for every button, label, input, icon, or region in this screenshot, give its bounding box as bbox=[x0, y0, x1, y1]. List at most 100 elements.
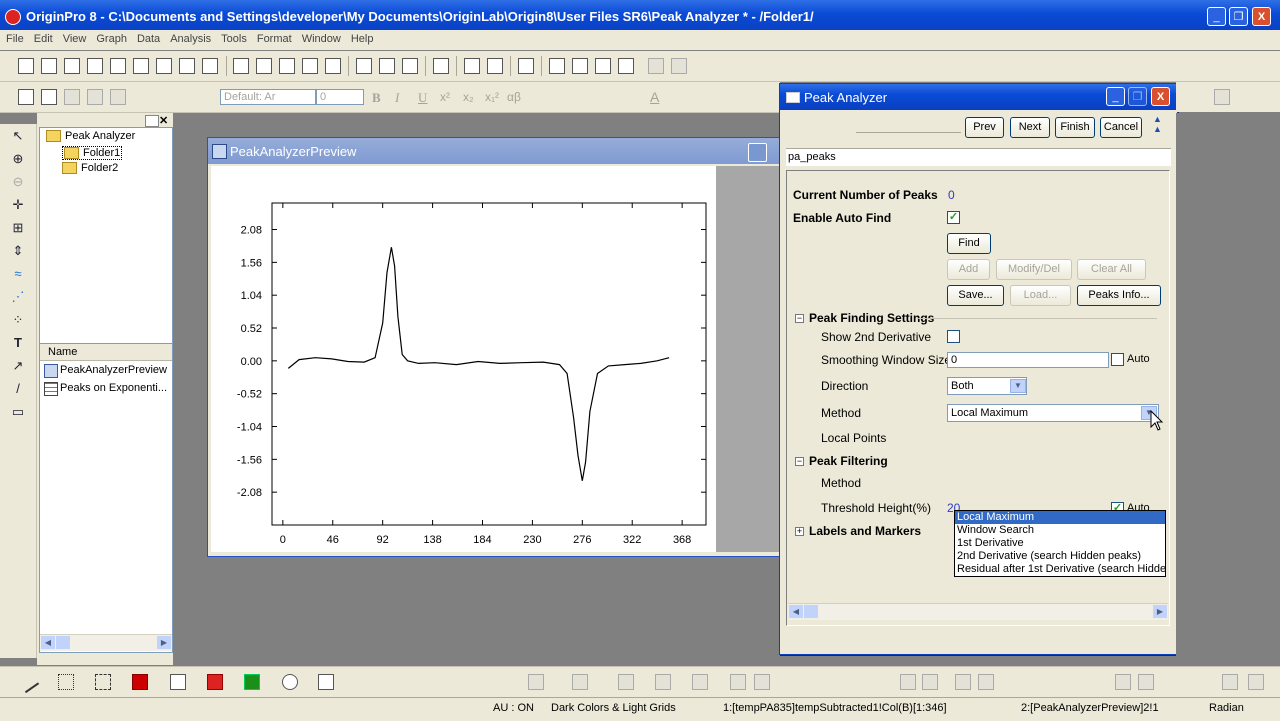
new-function-icon[interactable] bbox=[156, 58, 172, 74]
labels-section-title[interactable]: Labels and Markers bbox=[809, 524, 921, 538]
area-plot-icon[interactable] bbox=[244, 674, 260, 690]
menu-tools[interactable]: Tools bbox=[217, 30, 251, 48]
find-button[interactable]: Find bbox=[947, 233, 991, 254]
import-multiple-icon[interactable] bbox=[379, 58, 395, 74]
finding-collapse-icon[interactable]: − bbox=[795, 314, 804, 323]
data-selector-icon[interactable]: ⇕ bbox=[10, 243, 26, 259]
new-layout-icon[interactable] bbox=[179, 58, 195, 74]
3d-plot-icon[interactable] bbox=[618, 674, 634, 690]
add-button[interactable]: Add bbox=[947, 259, 990, 280]
method-option-1st-derivative[interactable]: 1st Derivative bbox=[955, 537, 1165, 550]
zoom-in-icon[interactable]: ⊕ bbox=[10, 151, 26, 167]
new-project-icon[interactable] bbox=[18, 58, 34, 74]
menu-format[interactable]: Format bbox=[253, 30, 296, 48]
arrow-tool-icon[interactable]: ↗ bbox=[10, 358, 26, 374]
new-folder-icon[interactable] bbox=[41, 58, 57, 74]
font-size-select[interactable]: 0 bbox=[316, 89, 364, 105]
contour-plot-icon[interactable] bbox=[754, 674, 770, 690]
name-column-header[interactable]: Name bbox=[48, 346, 77, 358]
group-icon[interactable] bbox=[1115, 674, 1131, 690]
close-button[interactable]: X bbox=[1252, 7, 1271, 26]
method-option-2nd-derivative[interactable]: 2nd Derivative (search Hidden peaks) bbox=[955, 550, 1165, 563]
method-option-local-maximum[interactable]: Local Maximum bbox=[955, 511, 1165, 524]
list-item[interactable]: PeakAnalyzerPreview bbox=[44, 364, 167, 378]
load-button[interactable]: Load... bbox=[1010, 285, 1071, 306]
scatter-plot-icon[interactable] bbox=[58, 674, 74, 690]
lock-icon[interactable] bbox=[64, 89, 80, 105]
modify-del-button[interactable]: Modify/Del bbox=[996, 259, 1072, 280]
menu-graph[interactable]: Graph bbox=[92, 30, 131, 48]
bold-button[interactable]: B bbox=[372, 90, 381, 106]
screen-reader-icon[interactable]: ✛ bbox=[10, 197, 26, 213]
menu-analysis[interactable]: Analysis bbox=[166, 30, 215, 48]
regional-mask-icon[interactable]: ⋰ bbox=[10, 289, 26, 305]
clear-all-button[interactable]: Clear All bbox=[1077, 259, 1146, 280]
matrix-plot-icon[interactable] bbox=[692, 674, 708, 690]
duplicate-icon[interactable] bbox=[487, 58, 503, 74]
cancel-button[interactable]: Cancel bbox=[1100, 117, 1142, 138]
supersub-button[interactable]: x₁² bbox=[485, 90, 499, 104]
3d-surface-icon[interactable] bbox=[655, 674, 671, 690]
edit-icon[interactable] bbox=[18, 89, 34, 105]
vector-plot-icon[interactable] bbox=[170, 674, 186, 690]
dialog-title-bar[interactable]: Peak Analyzer _ ❐ X bbox=[780, 84, 1177, 110]
save-button[interactable]: Save... bbox=[947, 285, 1004, 306]
grid-icon[interactable] bbox=[1214, 89, 1230, 105]
open-template-icon[interactable] bbox=[256, 58, 272, 74]
smoothing-auto-checkbox[interactable] bbox=[1111, 353, 1124, 366]
labels-expand-icon[interactable]: + bbox=[795, 527, 804, 536]
preview-minimize-button[interactable] bbox=[748, 143, 767, 162]
project-explorer-icon[interactable] bbox=[518, 58, 534, 74]
column-plot-icon[interactable] bbox=[132, 674, 148, 690]
menu-file[interactable]: File bbox=[2, 30, 28, 48]
finish-button[interactable]: Finish bbox=[1055, 117, 1095, 138]
draw-data-icon[interactable]: ≈ bbox=[10, 266, 26, 282]
open-icon[interactable] bbox=[233, 58, 249, 74]
polar-plot-icon[interactable] bbox=[282, 674, 298, 690]
layer-icon[interactable] bbox=[528, 674, 544, 690]
rectangle-tool-icon[interactable]: ▭ bbox=[10, 404, 26, 420]
filtering-collapse-icon[interactable]: − bbox=[795, 457, 804, 466]
theme-name-field[interactable]: pa_peaks bbox=[786, 148, 1171, 166]
method-option-residual[interactable]: Residual after 1st Derivative (search Hi… bbox=[955, 563, 1165, 576]
tree-folder1[interactable]: Folder1 bbox=[62, 146, 123, 161]
results-log-icon[interactable] bbox=[549, 58, 565, 74]
open-excel-icon[interactable] bbox=[279, 58, 295, 74]
align-right-icon[interactable] bbox=[922, 674, 938, 690]
command-window-icon[interactable] bbox=[595, 58, 611, 74]
preview-graph-window[interactable]: PeakAnalyzerPreview 0 46 92 138 184 230 276 322… bbox=[207, 137, 783, 557]
greek-button[interactable]: αβ bbox=[507, 90, 521, 104]
text-tool-icon[interactable]: T bbox=[10, 335, 26, 351]
tool-icon[interactable] bbox=[110, 89, 126, 105]
superscript-button[interactable]: x² bbox=[440, 90, 450, 104]
align-bottom-icon[interactable] bbox=[978, 674, 994, 690]
close-explorer-icon[interactable]: ✕ bbox=[159, 114, 168, 127]
smoothing-input[interactable]: 0 bbox=[947, 352, 1109, 368]
layer2-icon[interactable] bbox=[572, 674, 588, 690]
data-reader-icon[interactable]: ⊞ bbox=[10, 220, 26, 236]
show-2nd-derivative-checkbox[interactable] bbox=[947, 330, 960, 343]
auto-find-checkbox[interactable]: ✓ bbox=[947, 211, 960, 224]
add-column-icon[interactable] bbox=[648, 58, 664, 74]
font-color-button[interactable]: A bbox=[650, 89, 659, 105]
dialog-maximize-button[interactable]: ❐ bbox=[1128, 87, 1147, 106]
list-item[interactable]: Peaks on Exponenti... bbox=[44, 382, 167, 396]
dialog-horizontal-scrollbar[interactable]: ◀ ▶ bbox=[788, 603, 1168, 620]
next-button[interactable]: Next bbox=[1010, 117, 1050, 138]
filtering-section-title[interactable]: Peak Filtering bbox=[809, 454, 888, 468]
method-option-window-search[interactable]: Window Search bbox=[955, 524, 1165, 537]
pointer-icon[interactable]: ↖ bbox=[10, 128, 26, 144]
align-top-icon[interactable] bbox=[955, 674, 971, 690]
back-icon[interactable] bbox=[1248, 674, 1264, 690]
new-graph-icon[interactable] bbox=[110, 58, 126, 74]
rescale-icon[interactable] bbox=[87, 89, 103, 105]
print-icon[interactable] bbox=[433, 58, 449, 74]
line-symbol-icon[interactable] bbox=[95, 674, 111, 690]
minimize-button[interactable]: _ bbox=[1207, 7, 1226, 26]
menu-help[interactable]: Help bbox=[347, 30, 378, 48]
code-builder-icon[interactable] bbox=[618, 58, 634, 74]
subscript-button[interactable]: x₂ bbox=[463, 90, 474, 104]
preview-title-bar[interactable]: PeakAnalyzerPreview bbox=[208, 138, 782, 164]
underline-button[interactable]: U bbox=[418, 90, 427, 106]
prev-button[interactable]: Prev bbox=[965, 117, 1004, 138]
